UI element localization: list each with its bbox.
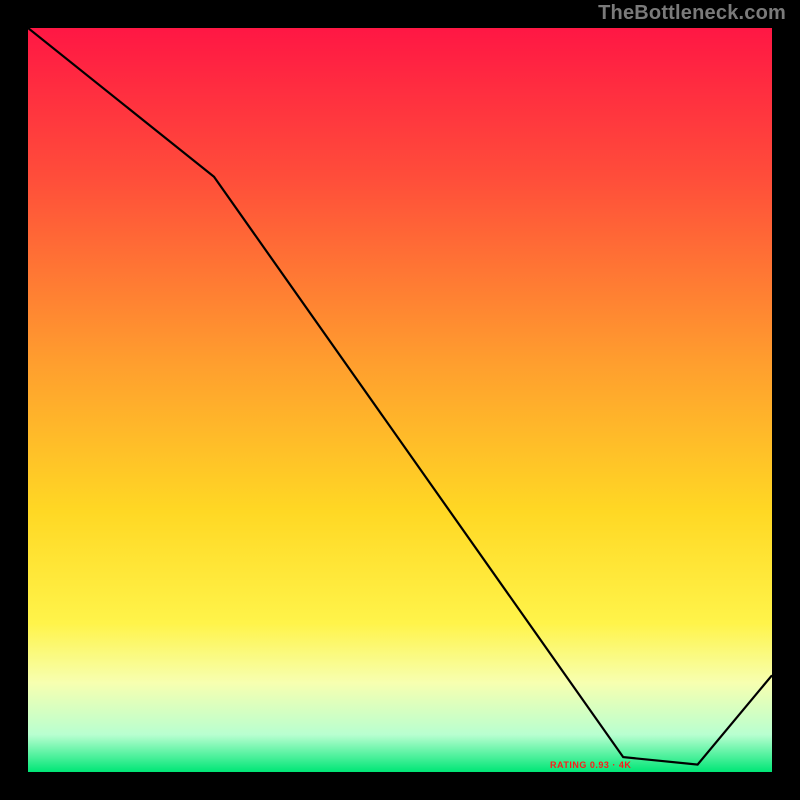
bottom-rating-label: RATING 0.93 · 4K: [550, 760, 631, 770]
chart-svg: [28, 28, 772, 772]
watermark-text: TheBottleneck.com: [598, 2, 786, 25]
chart-frame: TheBottleneck.com RATING 0.93 · 4K: [0, 0, 800, 800]
chart-plot-area: [28, 28, 772, 772]
chart-background: [28, 28, 772, 772]
